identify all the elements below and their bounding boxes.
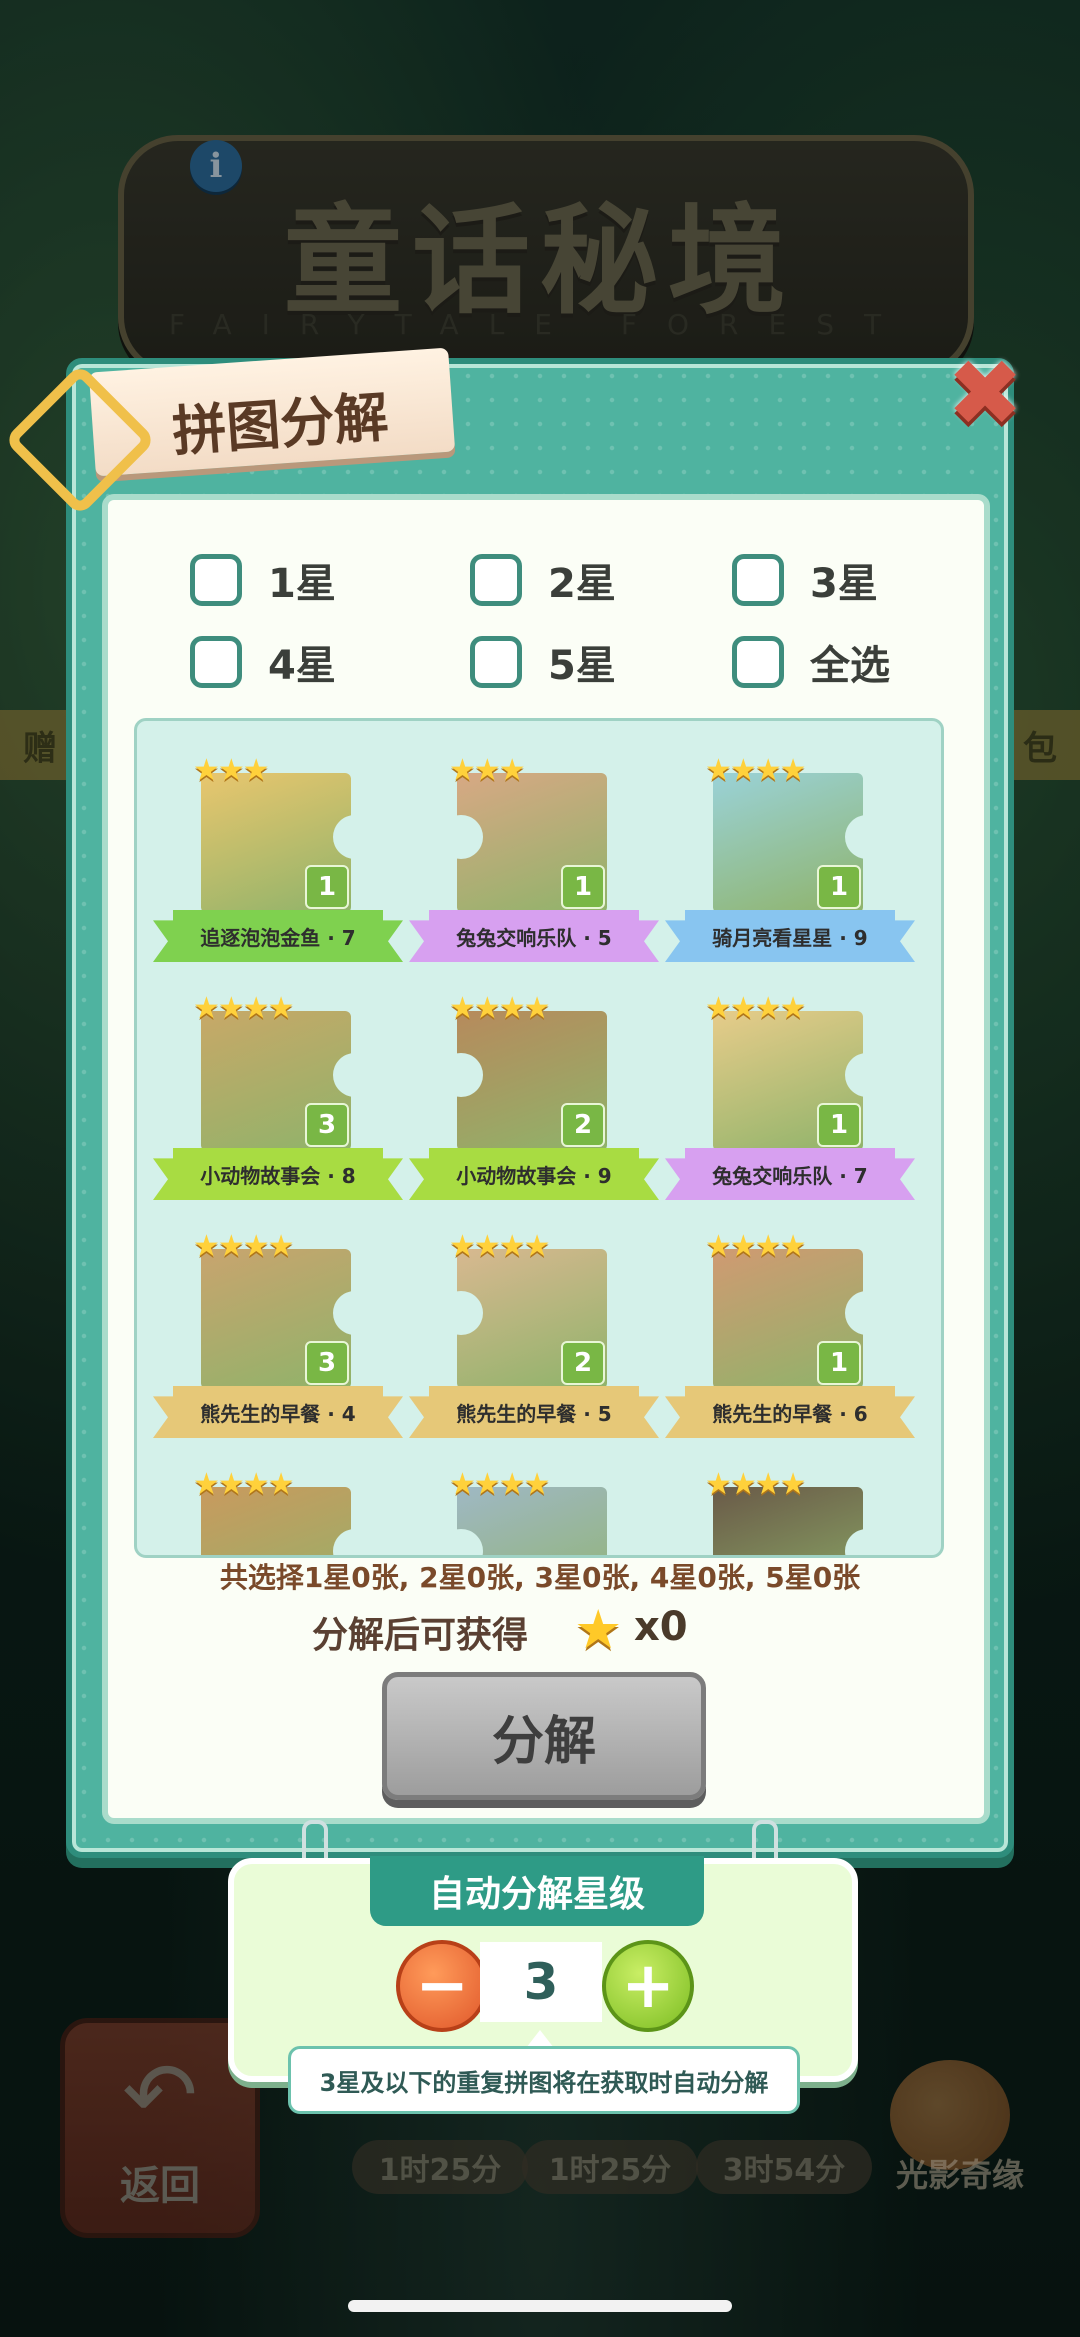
puzzle-knob bbox=[845, 815, 889, 859]
star-rating: ★★★★ bbox=[193, 991, 295, 1026]
card-count-badge: 1 bbox=[817, 865, 861, 909]
card-count-badge: 1 bbox=[817, 1341, 861, 1385]
decrease-level-button[interactable]: − bbox=[396, 1940, 488, 2032]
puzzle-knob bbox=[439, 1053, 483, 1097]
puzzle-card[interactable]: ★★★★ bbox=[409, 1459, 659, 1555]
card-ribbon: 小动物故事会 · 8 bbox=[153, 1148, 403, 1200]
filter-label: 5星 bbox=[548, 643, 616, 689]
auto-decompose-tooltip: 3星及以下的重复拼图将在获取时自动分解 bbox=[288, 2046, 800, 2114]
card-label: 追逐泡泡金鱼 · 7 bbox=[200, 925, 356, 950]
puzzle-card[interactable]: ★★★★ 2 熊先生的早餐 · 5 bbox=[409, 1221, 659, 1441]
puzzle-card[interactable]: ★★★★ bbox=[153, 1459, 403, 1555]
modal-title: 拼图分解 bbox=[170, 385, 391, 464]
star-rating: ★★★★ bbox=[705, 1229, 807, 1264]
card-ribbon: 追逐泡泡金鱼 · 7 bbox=[153, 910, 403, 962]
card-label: 兔兔交响乐队 · 5 bbox=[456, 925, 612, 950]
card-ribbon: 骑月亮看星星 · 9 bbox=[665, 910, 915, 962]
card-count-badge: 1 bbox=[561, 865, 605, 909]
star-rating: ★★★★ bbox=[449, 991, 551, 1026]
puzzle-grid[interactable]: ★★★ 1 追逐泡泡金鱼 · 7 ★★★ 1 兔兔交响乐队 · 5 ★★★★ 1 骑月亮看星星 … bbox=[134, 718, 944, 1558]
checkbox[interactable] bbox=[732, 554, 784, 606]
star-rating: ★★★★ bbox=[705, 991, 807, 1026]
puzzle-card[interactable]: ★★★★ 1 骑月亮看星星 · 9 bbox=[665, 745, 915, 965]
puzzle-knob bbox=[439, 815, 483, 859]
puzzle-card[interactable]: ★★★★ 1 熊先生的早餐 · 6 bbox=[665, 1221, 915, 1441]
card-label: 兔兔交响乐队 · 7 bbox=[712, 1163, 868, 1188]
star-rating: ★★★★ bbox=[705, 1467, 807, 1502]
star-icon: ★ bbox=[574, 1598, 623, 1661]
filter-label: 4星 bbox=[268, 643, 336, 689]
puzzle-card[interactable]: ★★★ 1 追逐泡泡金鱼 · 7 bbox=[153, 745, 403, 965]
card-ribbon: 熊先生的早餐 · 4 bbox=[153, 1386, 403, 1438]
filter-select-all[interactable]: 全选 bbox=[732, 632, 890, 692]
star-rating: ★★★★ bbox=[449, 1467, 551, 1502]
selection-summary: 共选择1星0张, 2星0张, 3星0张, 4星0张, 5星0张 bbox=[219, 1561, 861, 1594]
auto-decompose-title: 自动分解星级 bbox=[428, 1874, 645, 1915]
puzzle-knob bbox=[845, 1291, 889, 1335]
puzzle-knob bbox=[333, 1053, 377, 1097]
filter-1-star[interactable]: 1星 bbox=[190, 550, 336, 610]
card-label: 熊先生的早餐 · 4 bbox=[200, 1401, 356, 1426]
decompose-button[interactable]: 分解 bbox=[382, 1672, 706, 1800]
puzzle-knob bbox=[333, 815, 377, 859]
auto-decompose-title-bar: 自动分解星级 bbox=[370, 1856, 704, 1926]
tooltip-text: 3星及以下的重复拼图将在获取时自动分解 bbox=[319, 2068, 769, 2097]
puzzle-card[interactable]: ★★★★ 3 熊先生的早餐 · 4 bbox=[153, 1221, 403, 1441]
reward-count: x0 bbox=[634, 1604, 688, 1650]
checkbox[interactable] bbox=[190, 636, 242, 688]
card-label: 骑月亮看星星 · 9 bbox=[712, 925, 868, 950]
filter-label: 1星 bbox=[268, 561, 336, 607]
card-ribbon: 兔兔交响乐队 · 5 bbox=[409, 910, 659, 962]
checkbox[interactable] bbox=[470, 554, 522, 606]
card-count-badge: 2 bbox=[561, 1341, 605, 1385]
close-icon: ✖ bbox=[946, 339, 1024, 447]
checkbox[interactable] bbox=[732, 636, 784, 688]
decompose-label: 分解 bbox=[491, 1711, 596, 1772]
filter-label: 2星 bbox=[548, 561, 616, 607]
filter-2-star[interactable]: 2星 bbox=[470, 550, 616, 610]
card-count-badge: 3 bbox=[305, 1103, 349, 1147]
puzzle-card[interactable]: ★★★★ 2 小动物故事会 · 9 bbox=[409, 983, 659, 1203]
reward-label: 分解后可获得 bbox=[312, 1615, 529, 1656]
star-rating: ★★★★ bbox=[449, 1229, 551, 1264]
card-ribbon: 熊先生的早餐 · 6 bbox=[665, 1386, 915, 1438]
card-count-badge: 3 bbox=[305, 1341, 349, 1385]
card-label: 熊先生的早餐 · 6 bbox=[712, 1401, 868, 1426]
checkbox[interactable] bbox=[190, 554, 242, 606]
home-indicator[interactable] bbox=[348, 2300, 732, 2312]
auto-level-value: 3 bbox=[480, 1942, 602, 2022]
card-ribbon: 小动物故事会 · 9 bbox=[409, 1148, 659, 1200]
close-button[interactable]: ✖ bbox=[940, 340, 1030, 447]
card-ribbon: 兔兔交响乐队 · 7 bbox=[665, 1148, 915, 1200]
checkbox[interactable] bbox=[470, 636, 522, 688]
puzzle-card[interactable]: ★★★★ bbox=[665, 1459, 915, 1555]
star-rating: ★★★★ bbox=[193, 1467, 295, 1502]
star-rating: ★★★★ bbox=[705, 753, 807, 788]
card-ribbon: 熊先生的早餐 · 5 bbox=[409, 1386, 659, 1438]
puzzle-knob bbox=[439, 1291, 483, 1335]
card-count-badge: 1 bbox=[305, 865, 349, 909]
puzzle-card[interactable]: ★★★ 1 兔兔交响乐队 · 5 bbox=[409, 745, 659, 965]
card-count-badge: 2 bbox=[561, 1103, 605, 1147]
filter-label: 全选 bbox=[810, 643, 890, 689]
card-label: 熊先生的早餐 · 5 bbox=[456, 1401, 612, 1426]
star-rating: ★★★ bbox=[193, 753, 270, 788]
card-label: 小动物故事会 · 9 bbox=[456, 1163, 612, 1188]
puzzle-knob bbox=[845, 1053, 889, 1097]
filter-5-star[interactable]: 5星 bbox=[470, 632, 616, 692]
filter-3-star[interactable]: 3星 bbox=[732, 550, 878, 610]
card-count-badge: 1 bbox=[817, 1103, 861, 1147]
puzzle-card[interactable]: ★★★★ 3 小动物故事会 · 8 bbox=[153, 983, 403, 1203]
filter-label: 3星 bbox=[810, 561, 878, 607]
increase-level-button[interactable]: + bbox=[602, 1940, 694, 2032]
filter-4-star[interactable]: 4星 bbox=[190, 632, 336, 692]
star-rating: ★★★★ bbox=[193, 1229, 295, 1264]
star-rating: ★★★ bbox=[449, 753, 526, 788]
puzzle-card[interactable]: ★★★★ 1 兔兔交响乐队 · 7 bbox=[665, 983, 915, 1203]
card-label: 小动物故事会 · 8 bbox=[200, 1163, 356, 1188]
puzzle-knob bbox=[333, 1291, 377, 1335]
